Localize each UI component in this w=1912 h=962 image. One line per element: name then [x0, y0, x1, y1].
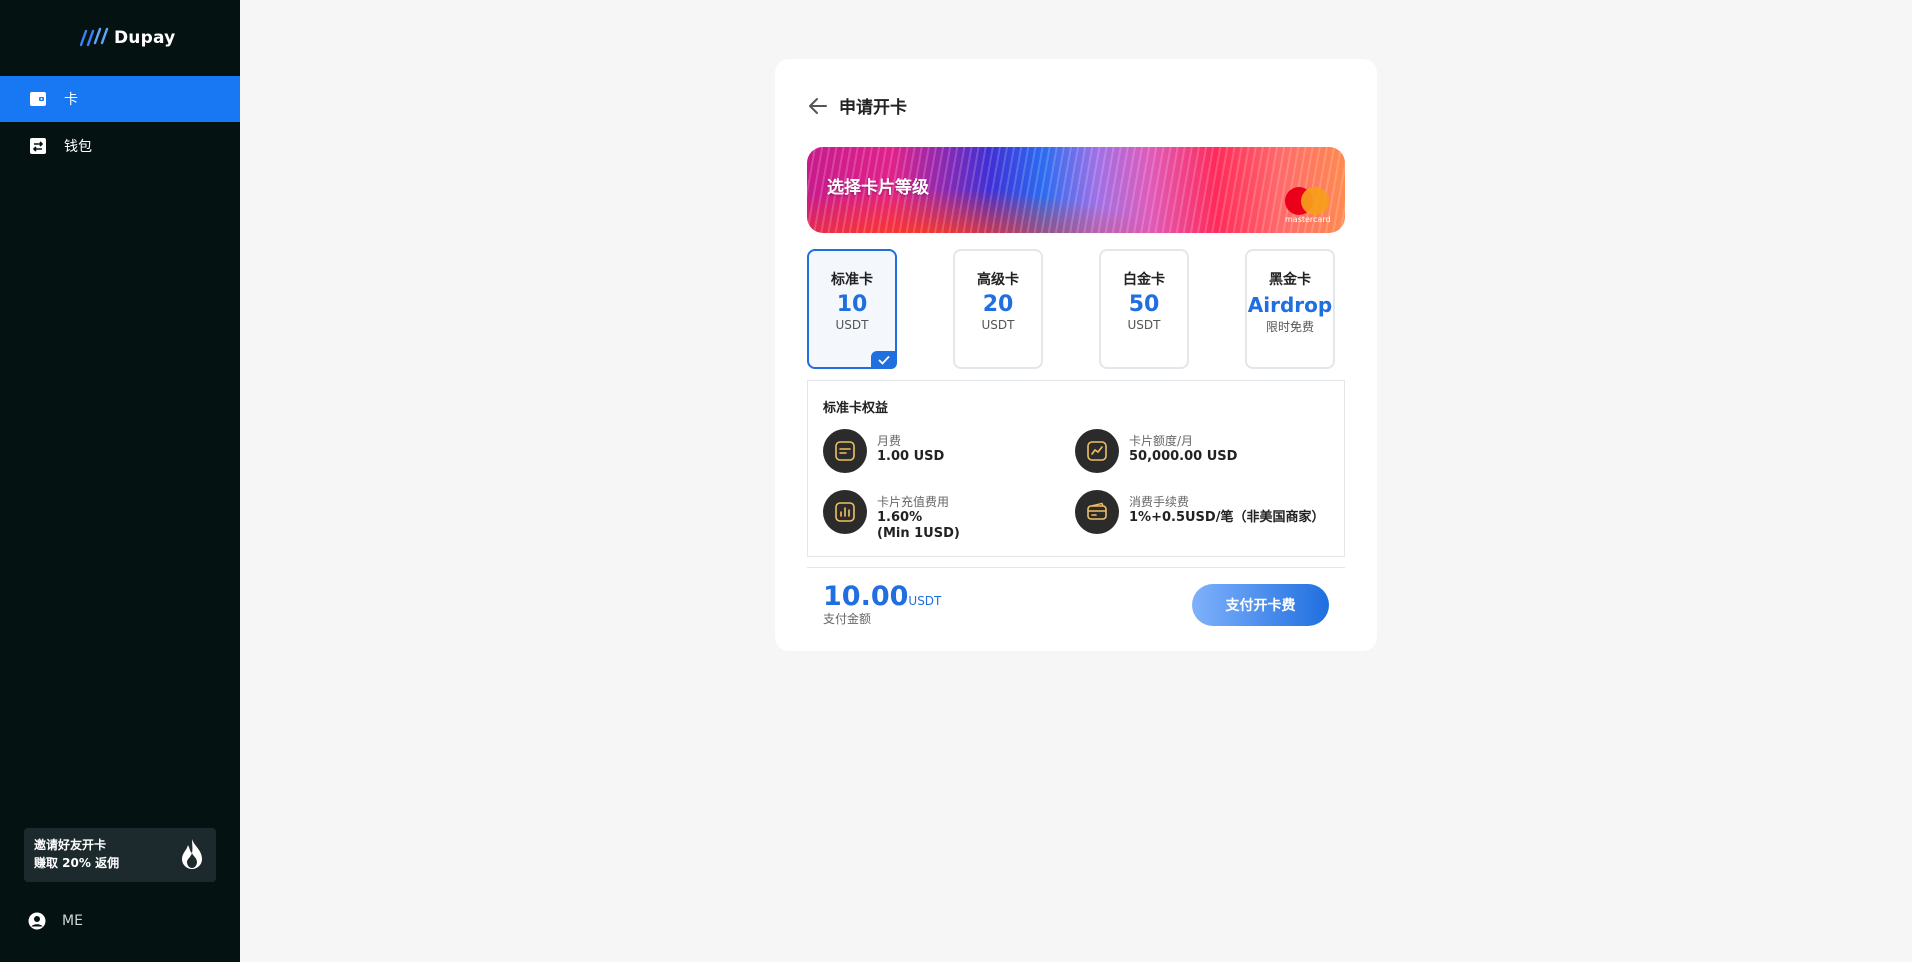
receipt-icon [823, 429, 867, 473]
benefit-spending-fee: 消费手续费 1%+0.5USD/笔（非美国商家） [1075, 490, 1324, 534]
benefit-value: 50,000.00 USD [1129, 449, 1238, 464]
pay-card-fee-button[interactable]: 支付开卡费 [1192, 584, 1329, 626]
mastercard-text: mastercard [1285, 215, 1331, 224]
tier-price: 10 [836, 292, 868, 317]
tier-list: 标准卡 10 USDT 高级卡 20 USDT 白金卡 50 USDT 黑金卡 … [807, 249, 1345, 369]
benefit-monthly-fee: 月费 1.00 USD [823, 429, 944, 473]
tier-price: 50 [1128, 292, 1160, 317]
tier-black-gold[interactable]: 黑金卡 Airdrop 限时免费 [1245, 249, 1335, 369]
mastercard-logo: mastercard [1281, 187, 1333, 227]
logo-text: Dupay [114, 28, 176, 48]
logo[interactable]: Dupay [80, 27, 175, 49]
flame-icon [182, 839, 202, 869]
back-arrow-icon[interactable] [807, 95, 829, 117]
benefit-value: 1.00 USD [877, 449, 945, 464]
amount-unit: USDT [908, 594, 942, 608]
tier-price: Airdrop [1247, 293, 1333, 317]
banner-title: 选择卡片等级 [827, 178, 929, 198]
amount-value: 10.00 [823, 581, 909, 612]
benefit-value: 1%+0.5USD/笔（非美国商家） [1129, 510, 1325, 525]
checkmark-icon [871, 351, 897, 369]
divider [807, 567, 1345, 568]
tier-unit: USDT [835, 318, 869, 332]
bar-chart-icon [823, 490, 867, 534]
logo-mark-icon [80, 27, 109, 47]
sidebar: Dupay 卡 钱包 邀请好友开卡 赚取 20% 返佣 ME [0, 0, 240, 962]
tier-premium[interactable]: 高级卡 20 USDT [953, 249, 1043, 369]
sidebar-item-wallet[interactable]: 钱包 [0, 123, 240, 169]
tier-unit: USDT [1127, 318, 1161, 332]
tier-platinum[interactable]: 白金卡 50 USDT [1099, 249, 1189, 369]
tier-subtext: 限时免费 [1265, 320, 1314, 334]
amount-label: 支付金额 [823, 612, 872, 626]
benefits-box: 标准卡权益 月费 1.00 USD 卡片额度/月 50,000.00 USD 卡… [807, 380, 1345, 557]
payment-amount: 10.00USDT 支付金额 [823, 581, 941, 627]
user-circle-icon [28, 912, 46, 930]
me-button[interactable]: ME [28, 912, 83, 930]
benefit-card-limit: 卡片额度/月 50,000.00 USD [1075, 429, 1237, 473]
tier-standard[interactable]: 标准卡 10 USDT [807, 249, 897, 369]
apply-card-panel: 申请开卡 选择卡片等级 mastercard 标准卡 10 USDT 高级卡 2… [775, 59, 1377, 651]
card-banner: 选择卡片等级 mastercard [807, 147, 1345, 233]
me-label: ME [62, 913, 83, 929]
benefit-label: 月费 [877, 434, 902, 448]
benefit-topup-fee: 卡片充值费用 1.60% (Min 1USD) [823, 490, 960, 542]
transfer-icon [28, 136, 48, 156]
page-title: 申请开卡 [839, 98, 907, 118]
benefits-title: 标准卡权益 [823, 401, 889, 416]
wallet-card-icon [28, 89, 48, 109]
sidebar-item-label: 卡 [64, 92, 78, 108]
benefit-value: 1.60% [877, 510, 923, 525]
card-icon [1075, 490, 1119, 534]
benefit-label: 消费手续费 [1129, 495, 1190, 509]
trend-chart-icon [1075, 429, 1119, 473]
tier-name: 黑金卡 [1269, 272, 1311, 288]
benefit-value-min: (Min 1USD) [877, 526, 960, 541]
tier-unit: USDT [981, 318, 1015, 332]
sidebar-item-label: 钱包 [64, 139, 92, 155]
invite-banner[interactable]: 邀请好友开卡 赚取 20% 返佣 [24, 828, 216, 882]
tier-price: 20 [982, 292, 1014, 317]
tier-name: 白金卡 [1123, 272, 1165, 288]
tier-name: 标准卡 [831, 272, 873, 288]
benefit-label: 卡片充值费用 [877, 495, 950, 509]
tier-name: 高级卡 [977, 272, 1019, 288]
benefit-label: 卡片额度/月 [1129, 434, 1194, 448]
sidebar-item-card[interactable]: 卡 [0, 76, 240, 122]
